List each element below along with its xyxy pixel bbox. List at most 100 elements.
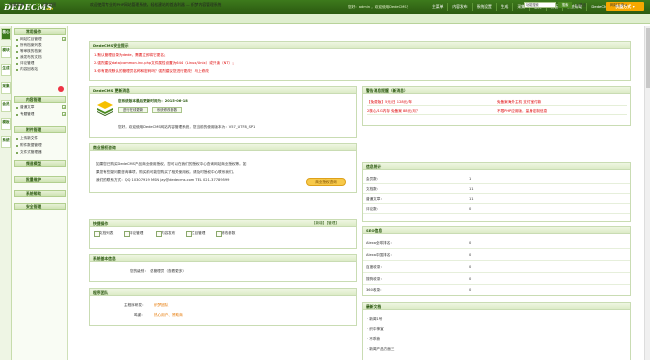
quick-doc-list[interactable]: 文档列表 [94, 230, 113, 237]
quick-columns[interactable]: 栏目管理 [186, 230, 205, 237]
vtab-template[interactable]: 模板 [1, 118, 11, 130]
menu-item-attach-data[interactable]: 附件数据管理 [16, 143, 42, 148]
version-date: 您系统版本最后更新时间为：2015-06-18 [118, 99, 188, 103]
quick-manage-links[interactable]: 【新增】【管理】 [312, 221, 339, 226]
seo-value: 0 [469, 277, 472, 281]
message-right-2[interactable]: 不限PHP应用版，量身定制信息 [497, 108, 547, 115]
vtab-generate[interactable]: 生成 [1, 64, 11, 76]
security-panel: DedeCMS安全提示 1.默认管理目录为dede，需要立即将它更名； 2.强烈… [89, 41, 631, 81]
seo-value: 0 [469, 241, 472, 245]
vtab-label: 会员 [2, 102, 10, 106]
vtab-member[interactable]: 会员 [1, 100, 11, 112]
panel-title: 警告消息提醒（新消息） [363, 87, 630, 94]
latest-doc-item[interactable]: · 新闻产品方面三 [367, 347, 394, 352]
menu-item-pending[interactable]: 等审核的档案 [16, 49, 42, 54]
topnav-settings[interactable]: 系统设置 [471, 3, 496, 11]
vtab-label: 采集 [2, 84, 10, 88]
menu-item-my-docs[interactable]: 我发布的文档 [16, 55, 42, 60]
function-search-input[interactable]: 功能搜索 [524, 2, 556, 8]
menu-section-content[interactable]: 内容管理 [14, 96, 66, 103]
vtab-collect[interactable]: 采集 [1, 82, 11, 94]
map-icon [36, 3, 40, 6]
license-contact: 我们的联系方式：QQ 10307919 MSN jay@dedecms.com … [96, 178, 230, 182]
latest-docs-panel: 最新文档 · 新闻1号 · 织中神宣 · 不乖熊 · 新闻产品方面三 [362, 302, 631, 360]
topnav-publish[interactable]: 内容发布 [447, 3, 471, 11]
message-left-1[interactable]: 【免费版】5元/日 128元/年 [367, 100, 412, 104]
latest-doc-item[interactable]: · 织中神宣 [367, 327, 384, 332]
stats-panel: 信息统计 会员数： 1 文档数： 11 普通文章： 11 评论数： 0 [362, 162, 631, 222]
menu-item-special[interactable]: 专题管理 [16, 112, 34, 117]
add-icon[interactable]: + [62, 37, 66, 41]
logout-link[interactable]: ◂ 退出 [576, 2, 586, 8]
seo-label: Alexa全球排名： [366, 241, 394, 245]
menu-item-columns[interactable]: 网站栏目管理 [16, 37, 42, 42]
page-scrollbar[interactable] [644, 26, 650, 360]
team-thanks-value[interactable]: 热心用户、赞助商 [154, 313, 183, 318]
menu-section-security[interactable]: 安全管理 [14, 203, 66, 210]
recycle-bin-icon [58, 86, 64, 92]
license-line-2: 果您有些疑问要咨询事项，购买前可能您购买了相关使用权。请及时授权中心联系我们。 [96, 170, 237, 174]
latest-doc-item[interactable]: · 不乖熊 [367, 337, 380, 342]
stat-label: 普通文章： [366, 197, 384, 201]
menu-section-common[interactable]: 常用操作 [14, 28, 66, 35]
add-icon[interactable]: + [62, 112, 66, 116]
update-panel: DedeCMS 更新消息 您系统版本最后更新时间为：2015-06-18 进行在… [89, 86, 357, 138]
search-button[interactable]: 搜索 [558, 2, 572, 8]
topnav-generate[interactable]: 生成 [495, 3, 513, 11]
user-level-value[interactable]: 总管理员（查看更多） [150, 269, 186, 274]
latest-doc-item[interactable]: · 新闻1号 [367, 317, 382, 322]
seo-value: 0 [469, 253, 472, 257]
vertical-tabs [0, 26, 12, 360]
quick-ops-panel: 快捷操作 【新增】【管理】 文档列表 评论管理 内容发布 栏目管理 修改参数 [89, 219, 357, 249]
menu-item-all-docs[interactable]: 所有档案列表 [16, 43, 42, 48]
team-dev-value[interactable]: 织梦团队 [154, 303, 168, 308]
user-greeting: 您好：admin ，欢迎使用DedeCMS！ [348, 5, 411, 9]
security-tip-3[interactable]: 3.你有更改默认的管理员名称和密码吗？强烈建议您进行更改！马上修改 [94, 69, 209, 74]
seo-value: 0 [469, 288, 472, 292]
hide-menu-link[interactable]: 隐藏菜单 [4, 2, 24, 8]
seo-panel: SEO信息 Alexa全球排名： 0 Alexa中国排名： 0 百度收录： 0 搜狗收… [362, 226, 631, 296]
vtab-label: 核心 [2, 30, 10, 34]
panel-title: 信息统计 [363, 163, 630, 170]
version-info-text: 您好，欢迎使用DedeCMS网站内容管理系统，您当前的使用版本为：V57_UTF… [118, 125, 256, 129]
panel-title: 系统基本信息 [90, 255, 356, 262]
function-map-link[interactable]: 功能地图 [36, 2, 56, 8]
menu-item-comments[interactable]: 评论管理 [16, 61, 34, 66]
topnav-home[interactable]: 主菜单 [428, 3, 447, 11]
menu-item-upload[interactable]: 上传新文件 [16, 136, 38, 141]
security-tip-2: 2.强烈建议data/common.inc.php文件属性设置为644（Linu… [94, 61, 236, 65]
add-icon[interactable]: + [62, 105, 66, 109]
welcome-text: 欢迎使用专业的PHP网站管理系统，轻松建站的首选利器 — 织梦内容管理系统 [90, 2, 222, 7]
stat-label: 评论数： [366, 207, 381, 211]
security-tip-1: 1.默认管理目录为dede，需要立即将它更名； [94, 53, 168, 57]
seo-label: Alexa中国排名： [366, 253, 394, 257]
vtab-module[interactable]: 模块 [1, 46, 11, 58]
vtab-core[interactable]: 核心 [1, 28, 11, 40]
scrollbar-thumb[interactable] [646, 28, 650, 88]
system-params-button[interactable]: 系统修改参数 [152, 107, 182, 113]
menu-section-attach[interactable]: 附件管理 [14, 126, 66, 133]
seo-label: 百度收录： [366, 265, 384, 269]
message-left-2[interactable]: 2核心/1G内存 免备案 88元/月？ [367, 109, 420, 113]
menu-section-help[interactable]: 系统帮助 [14, 190, 66, 197]
menu-item-article[interactable]: 普通文章 [16, 105, 34, 110]
message-right-1[interactable]: 免备案海外主机 支付宝付款 [497, 99, 541, 106]
vtab-system[interactable]: 系统 [1, 136, 11, 148]
menu-item-recycle[interactable]: 内容回收站 [16, 67, 38, 72]
quick-publish[interactable]: 内容发布 [156, 230, 175, 237]
sub-bar [0, 14, 650, 24]
menu-item-file-manager[interactable]: 文件式管理器 [16, 150, 42, 155]
vtab-label: 生成 [2, 66, 10, 70]
stat-value: 1 [469, 177, 472, 181]
license-panel: 商业授权咨询 如果您已购买DedeCMS产品商业使用授权，您可以在我们的授权中心… [89, 143, 357, 193]
panel-title: DedeCMS 更新消息 [90, 87, 356, 94]
online-update-button[interactable]: 进行在线更新 [118, 107, 148, 113]
menu-section-channel[interactable]: 频道模型 [14, 160, 66, 167]
license-consult-button[interactable]: 商业授权咨询 [306, 178, 346, 186]
panel-title: 商业授权咨询 [90, 144, 356, 151]
quick-params[interactable]: 修改参数 [216, 230, 235, 237]
hide-menu-label: 隐藏菜单 [9, 2, 25, 7]
menu-section-batch[interactable]: 批量维护 [14, 176, 66, 183]
quick-comments[interactable]: 评论管理 [124, 230, 143, 237]
site-home-link[interactable]: 网站主页 ▸ [610, 2, 627, 8]
